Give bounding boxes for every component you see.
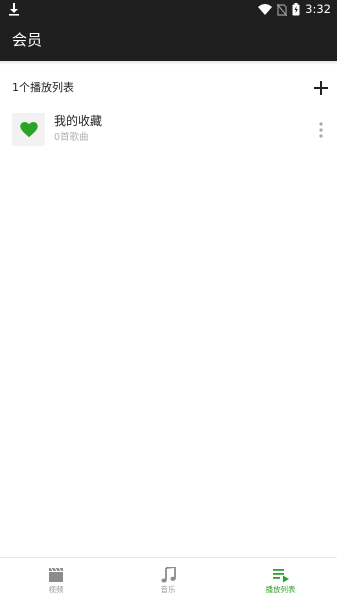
status-time: 3:32 [305, 2, 331, 16]
playlist-item[interactable]: 我的收藏 0首歌曲 [0, 108, 337, 152]
no-sim-icon [277, 3, 288, 16]
status-bar: 3:32 [0, 0, 337, 19]
film-icon [49, 567, 63, 582]
music-note-icon [161, 567, 176, 583]
tab-video-label: 视频 [48, 585, 64, 594]
tab-video[interactable]: 视频 [0, 558, 112, 601]
playlist-song-count: 0首歌曲 [54, 132, 89, 143]
app-bar-shadow [0, 61, 337, 65]
tab-music-label: 音乐 [160, 585, 176, 594]
download-icon [9, 3, 19, 16]
playlist-thumbnail [12, 113, 45, 146]
playlist-name: 我的收藏 [54, 114, 103, 128]
app-bar: 会员 [0, 19, 337, 61]
more-vertical-icon[interactable] [313, 120, 329, 140]
tab-music[interactable]: 音乐 [112, 558, 224, 601]
wifi-icon [258, 4, 273, 15]
status-icons: 3:32 [258, 2, 331, 17]
tab-playlist-label: 播放列表 [265, 585, 296, 594]
battery-icon [292, 3, 300, 16]
playlist-play-icon [272, 569, 289, 583]
bottom-nav: 视频 音乐 播放列表 [0, 557, 337, 600]
page-title: 会员 [12, 31, 43, 49]
playlist-count-label: 1个播放列表 [12, 81, 74, 94]
tab-playlist[interactable]: 播放列表 [224, 558, 337, 601]
heart-icon [19, 121, 38, 137]
playlist-header: 1个播放列表 [0, 74, 337, 102]
plus-icon[interactable] [310, 77, 332, 99]
